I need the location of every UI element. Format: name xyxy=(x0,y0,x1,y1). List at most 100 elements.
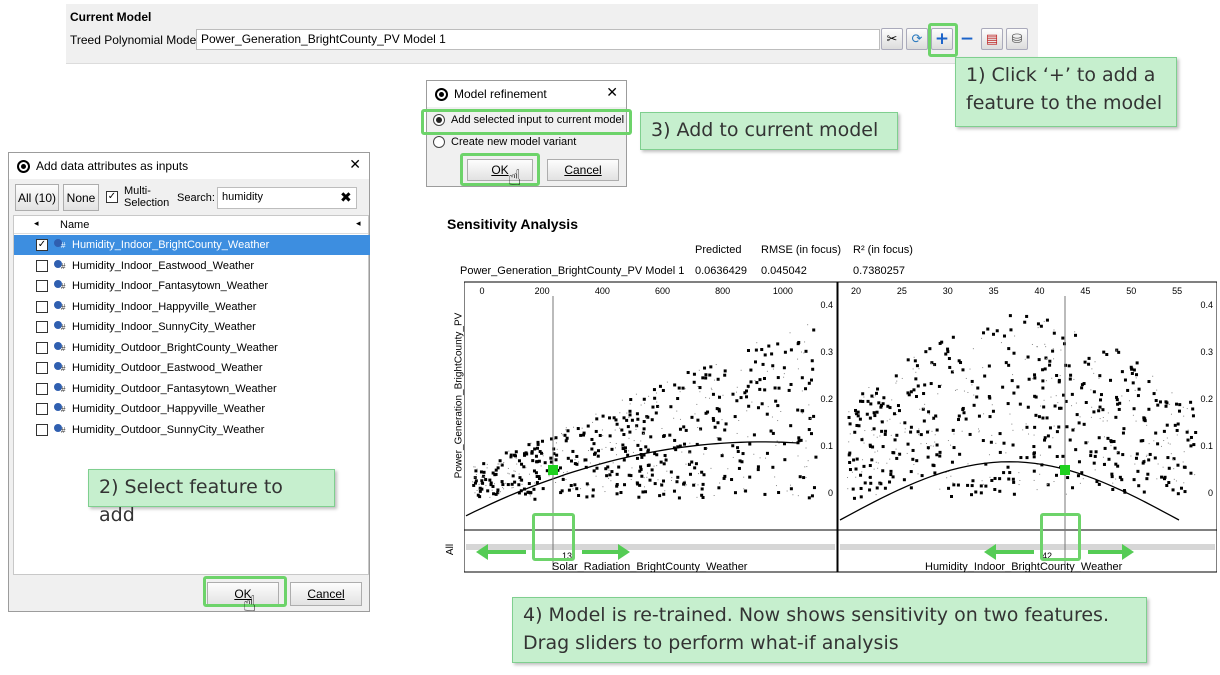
scatter-point xyxy=(662,492,666,496)
y-tick-label: 0.3 xyxy=(820,347,833,357)
scatter-point xyxy=(879,435,881,437)
scatter-point xyxy=(472,481,474,483)
scatter-point xyxy=(1142,416,1146,420)
database-icon[interactable]: ⛁ xyxy=(1006,28,1028,50)
clear-search-icon[interactable]: ✖ xyxy=(340,189,352,206)
scatter-point xyxy=(863,396,865,398)
checkbox-checked-icon[interactable]: ✓ xyxy=(36,239,48,251)
remove-icon[interactable]: − xyxy=(956,28,978,50)
checkbox-icon[interactable] xyxy=(36,362,48,374)
x-tick-label: 20 xyxy=(851,286,861,296)
list-item[interactable]: Humidity_Indoor_Eastwood_Weather xyxy=(14,256,370,276)
save-icon[interactable]: ▤ xyxy=(981,28,1003,50)
list-item[interactable]: Humidity_Outdoor_Eastwood_Weather xyxy=(14,358,370,378)
scatter-point xyxy=(565,427,567,429)
checkbox-icon[interactable] xyxy=(36,423,48,436)
select-none-button[interactable]: None xyxy=(63,184,99,211)
scatter-point xyxy=(696,418,700,422)
checkbox-icon[interactable] xyxy=(36,403,48,415)
scatter-point xyxy=(636,417,640,421)
scatter-point xyxy=(991,332,995,336)
close-icon[interactable]: ✕ xyxy=(349,157,361,173)
list-item[interactable]: Humidity_Indoor_SunnyCity_Weather xyxy=(14,317,370,337)
scatter-point xyxy=(681,451,683,453)
scatter-point xyxy=(704,376,708,380)
list-item[interactable]: Humidity_Outdoor_SunnyCity_Weather xyxy=(14,420,370,440)
scatter-point xyxy=(847,415,851,419)
cancel-button[interactable]: Cancel xyxy=(290,582,362,606)
scatter-point xyxy=(1043,367,1047,371)
scatter-point xyxy=(724,422,728,426)
scatter-point xyxy=(870,394,874,398)
scatter-point xyxy=(652,388,656,392)
scatter-point xyxy=(594,429,598,433)
scatter-point xyxy=(1121,395,1123,397)
scatter-point xyxy=(628,430,632,434)
cancel-button[interactable]: Cancel xyxy=(547,159,619,181)
scatter-point xyxy=(789,424,793,428)
scatter-point xyxy=(1158,400,1162,404)
scatter-point xyxy=(993,488,997,492)
scatter-point xyxy=(789,332,791,334)
scatter-point xyxy=(661,427,663,429)
select-all-button[interactable]: All (10) xyxy=(15,184,59,211)
scatter-point xyxy=(540,439,544,443)
scatter-point xyxy=(776,342,780,346)
list-item[interactable]: Humidity_Outdoor_Fantasytown_Weather xyxy=(14,379,370,399)
scatter-point xyxy=(662,434,666,438)
scatter-point xyxy=(533,447,537,451)
scatter-point xyxy=(621,446,625,450)
checkbox-icon[interactable] xyxy=(36,300,48,313)
close-icon[interactable]: ✕ xyxy=(606,85,618,101)
checkbox-icon[interactable] xyxy=(36,341,48,354)
refresh-icon[interactable]: ⟳ xyxy=(906,28,928,50)
scatter-point xyxy=(812,328,816,332)
scatter-point xyxy=(712,418,716,422)
multi-selection-toggle[interactable]: ✓ Multi- Selection xyxy=(106,185,169,209)
scatter-point xyxy=(1060,349,1062,351)
checkbox-icon[interactable] xyxy=(36,280,48,292)
scatter-point xyxy=(1007,477,1011,481)
model-name-field[interactable]: Power_Generation_BrightCounty_PV Model 1 xyxy=(196,29,880,50)
sort-arrow-icon[interactable]: ◂ xyxy=(34,218,39,229)
sensitivity-title: Sensitivity Analysis xyxy=(447,216,578,232)
scatter-point xyxy=(909,390,913,394)
scatter-point xyxy=(988,454,990,456)
checkbox-checked-icon[interactable]: ✓ xyxy=(106,191,118,203)
list-item[interactable]: ✓ Humidity_Indoor_BrightCounty_Weather xyxy=(14,235,370,255)
scatter-point xyxy=(1118,401,1122,405)
list-item[interactable]: Humidity_Indoor_Happyville_Weather xyxy=(14,297,370,317)
scatter-point xyxy=(798,475,802,479)
list-item[interactable]: Humidity_Outdoor_BrightCounty_Weather xyxy=(14,338,370,358)
radio-unselected-icon[interactable] xyxy=(433,136,445,148)
scatter-point xyxy=(807,381,811,385)
scatter-point xyxy=(741,452,745,456)
scatter-point xyxy=(701,376,705,380)
scatter-point xyxy=(956,389,958,391)
tools-icon[interactable]: ✂ xyxy=(881,28,903,50)
scatter-point xyxy=(1116,464,1120,468)
callout-step2: 2) Select feature to add xyxy=(88,469,335,526)
checkbox-icon[interactable] xyxy=(36,259,48,272)
scatter-point xyxy=(573,462,577,466)
scatter-point xyxy=(969,368,971,370)
list-item[interactable]: Humidity_Indoor_Fantasytown_Weather xyxy=(14,276,370,296)
scatter-point xyxy=(562,476,564,478)
column-name-header[interactable]: Name xyxy=(60,219,89,231)
scatter-point xyxy=(879,420,881,422)
scatter-point xyxy=(1148,452,1152,456)
checkbox-icon[interactable] xyxy=(36,382,48,395)
scatter-point xyxy=(952,370,954,372)
scatter-point xyxy=(972,348,974,350)
checkbox-icon[interactable] xyxy=(36,321,48,333)
list-item[interactable]: Humidity_Outdoor_Happyville_Weather xyxy=(14,399,370,419)
sort-arrow-icon[interactable]: ◂ xyxy=(356,218,361,229)
search-input[interactable]: humidity xyxy=(217,187,357,209)
scatter-point xyxy=(1094,450,1098,454)
scatter-point xyxy=(642,427,646,431)
scatter-point xyxy=(1103,436,1105,438)
scatter-point xyxy=(578,461,580,463)
scatter-point xyxy=(1134,389,1136,391)
option-new-radio[interactable]: Create new model variant xyxy=(433,136,576,148)
scatter-point xyxy=(934,414,938,418)
